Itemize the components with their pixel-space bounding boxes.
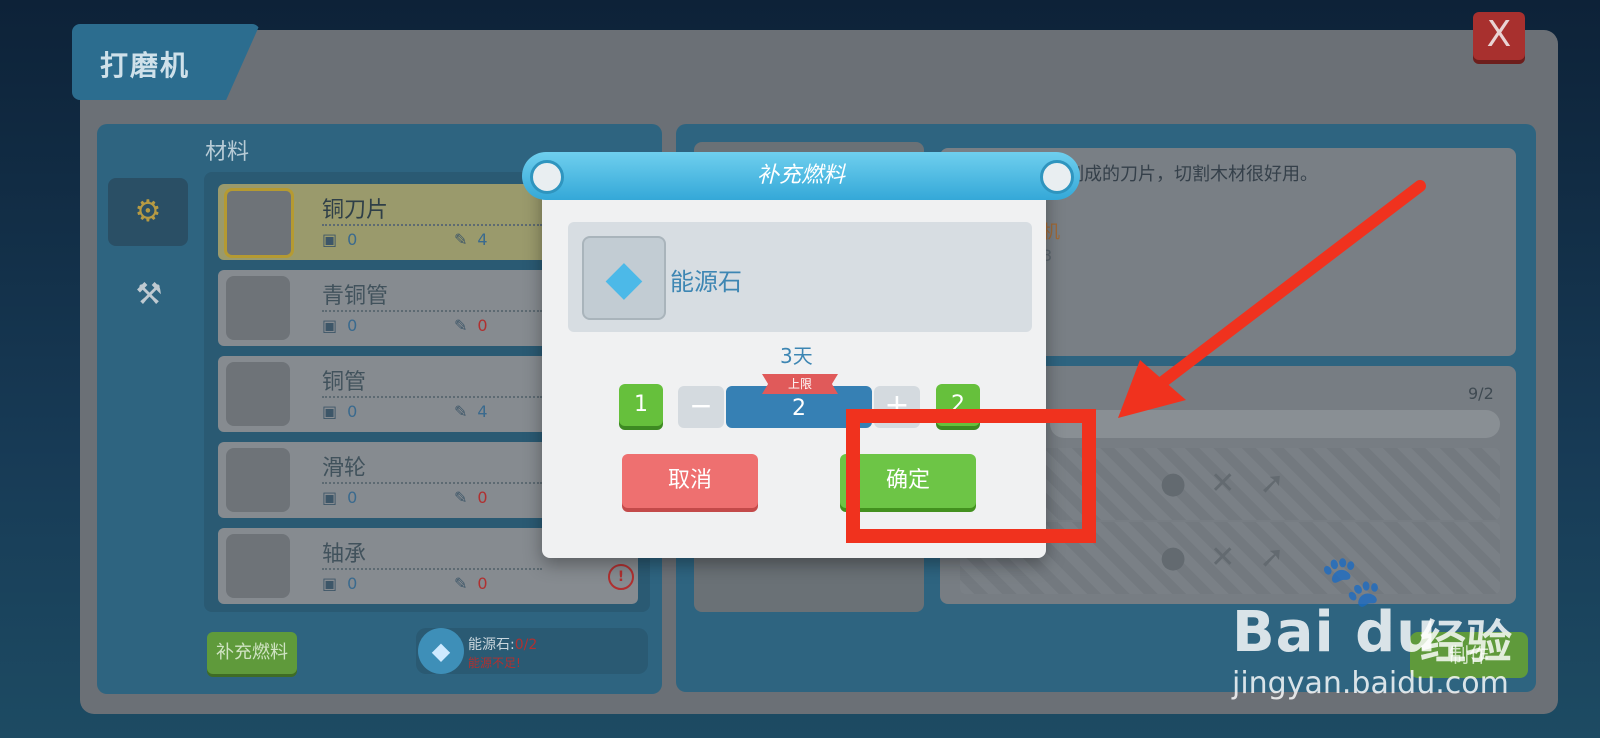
material-stat-b: ✎ 0 — [454, 316, 488, 335]
limit-badge: 上限 — [762, 374, 838, 394]
material-stat-b: ✎ 0 — [454, 488, 488, 507]
warning-icon: ! — [608, 564, 634, 590]
copper-blade-icon — [224, 188, 294, 258]
stat-b-value: 0 — [477, 488, 488, 507]
material-stat-b: ✎ 0 — [454, 574, 488, 593]
stat-b-value: 0 — [477, 574, 488, 593]
material-stat-a: ▣ 0 — [322, 488, 357, 507]
stat-a-value: 0 — [347, 402, 358, 421]
slot-icons: ●✕➚ — [1160, 466, 1309, 501]
watermark-brand: Bai du — [1232, 600, 1438, 665]
watermark-suffix: 经验 — [1420, 615, 1512, 669]
dialog-title: 补充燃料 — [522, 152, 1080, 200]
stat-b-value: 4 — [477, 230, 488, 249]
energy-value: 0/2 — [514, 637, 538, 653]
header-knob-right — [1040, 160, 1074, 194]
energy-stone-icon: ◆ — [582, 236, 666, 320]
robot-icon: ▣ — [322, 230, 338, 249]
material-stat-b: ✎ 4 — [454, 402, 488, 421]
watermark-url: jingyan.baidu.com — [1232, 666, 1509, 701]
bearing-icon — [226, 534, 290, 598]
duration-label: 3天 — [780, 344, 813, 368]
minus-icon[interactable]: − — [678, 386, 724, 428]
pulley-icon — [226, 448, 290, 512]
energy-stone-icon: ◆ — [418, 628, 464, 674]
robot-icon: ▣ — [322, 488, 338, 507]
material-stat-a: ▣ 0 — [322, 230, 357, 249]
material-name: 青铜管 — [322, 284, 389, 309]
window-title: 打磨机 — [100, 49, 191, 82]
close-button[interactable]: X — [1473, 12, 1525, 60]
annotation-highlight-box — [846, 409, 1096, 543]
energy-label-text: 能源石: — [468, 637, 515, 653]
material-stat-b: ✎ 4 — [454, 230, 488, 249]
stat-a-value: 0 — [347, 488, 358, 507]
stat-a-value: 0 — [347, 574, 358, 593]
wrench-icon: ✎ — [454, 488, 468, 507]
cancel-button[interactable]: 取消 — [622, 454, 758, 508]
stat-b-value: 0 — [477, 316, 488, 335]
machine-tab-icon[interactable]: ⚙ — [108, 178, 188, 246]
min-quantity-button[interactable]: 1 — [619, 384, 663, 426]
materials-label: 材料 — [205, 140, 250, 165]
material-name: 铜刀片 — [322, 198, 389, 223]
wrench-icon: ✎ — [454, 574, 468, 593]
bronze-tube-icon — [226, 276, 290, 340]
divider — [322, 482, 542, 484]
divider — [322, 396, 542, 398]
energy-warning: 能源不足! — [468, 656, 521, 670]
wrench-icon: ✎ — [454, 316, 468, 335]
wrench-icon: ✎ — [454, 402, 468, 421]
divider — [322, 568, 542, 570]
material-stat-a: ▣ 0 — [322, 402, 357, 421]
energy-label: 能源石:0/2 — [468, 634, 537, 654]
wrench-icon: ✎ — [454, 230, 468, 249]
slot-icons: ●✕➚ — [1160, 540, 1309, 575]
workbench-tab-icon[interactable]: ⚒ — [120, 272, 178, 318]
item-description: 制成的刀片，切割木材很好用。 — [1066, 164, 1318, 185]
copper-tube-icon — [226, 362, 290, 426]
robot-icon: ▣ — [322, 574, 338, 593]
refuel-button[interactable]: 补充燃料 — [207, 632, 297, 674]
divider — [322, 224, 542, 226]
stat-a-value: 0 — [347, 230, 358, 249]
material-name: 滑轮 — [322, 456, 367, 481]
material-stat-a: ▣ 0 — [322, 574, 357, 593]
divider — [322, 310, 542, 312]
requirement-bar — [1050, 410, 1500, 438]
material-stat-a: ▣ 0 — [322, 316, 357, 335]
fuel-item-name: 能源石 — [670, 268, 742, 296]
stat-b-value: 4 — [477, 402, 488, 421]
stat-a-value: 0 — [347, 316, 358, 335]
material-name: 轴承 — [322, 542, 367, 567]
material-name: 铜管 — [322, 370, 367, 395]
header-knob-left — [530, 160, 564, 194]
robot-icon: ▣ — [322, 402, 338, 421]
robot-icon: ▣ — [322, 316, 338, 335]
requirement-count: 9/2 — [1468, 384, 1494, 403]
